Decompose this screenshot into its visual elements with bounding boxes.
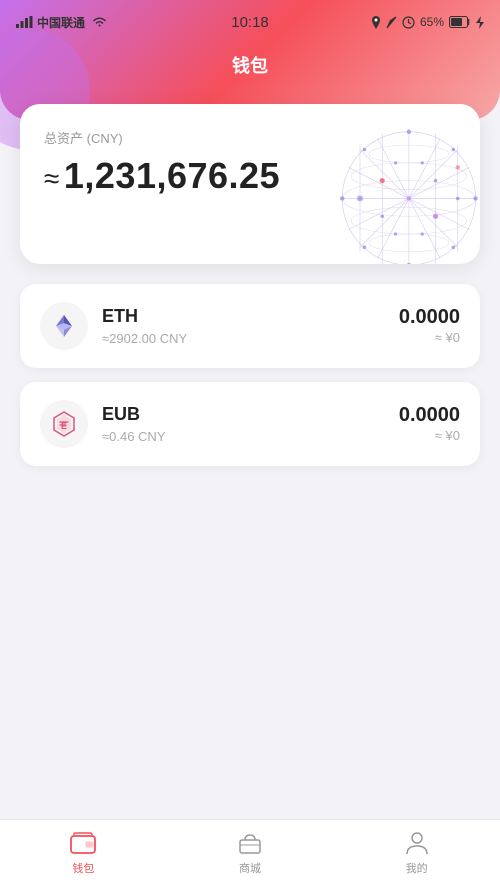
status-carrier: 中国联通 [16, 14, 107, 31]
coin-item-eth[interactable]: ETH ≈2902.00 CNY 0.0000 ≈ ¥0 [20, 284, 480, 368]
tab-mine[interactable]: 我的 [333, 830, 500, 876]
eub-price: ≈0.46 CNY [102, 429, 399, 444]
eub-info: EUB ≈0.46 CNY [102, 404, 399, 444]
coin-item-eub[interactable]: E EUB ≈0.46 CNY 0.0000 ≈ ¥0 [20, 382, 480, 466]
eth-cny: ≈ ¥0 [435, 330, 460, 345]
eth-info: ETH ≈2902.00 CNY [102, 306, 399, 346]
tab-mall[interactable]: 商城 [167, 830, 334, 876]
person-icon [404, 830, 430, 856]
nav-title: 钱包 [0, 44, 500, 88]
coin-list: ETH ≈2902.00 CNY 0.0000 ≈ ¥0 E EUB [20, 284, 480, 466]
status-bar: 中国联通 10:18 65% [0, 0, 500, 44]
approx-symbol: ≈ [44, 163, 60, 194]
eub-balance: 0.0000 ≈ ¥0 [399, 404, 460, 445]
wallet-icon [70, 830, 96, 856]
status-right: 65% [371, 15, 484, 29]
asset-card: 总资产 (CNY) ≈1,231,676.25 [20, 104, 480, 264]
tab-mine-label: 我的 [406, 860, 428, 876]
eth-name: ETH [102, 306, 399, 327]
eub-cny: ≈ ¥0 [435, 428, 460, 443]
main-content: 总资产 (CNY) ≈1,231,676.25 [0, 88, 500, 819]
coin-icon-eub: E [40, 400, 88, 448]
eth-amount: 0.0000 [399, 306, 460, 329]
tab-bar: 钱包 商城 我的 [0, 819, 500, 889]
geodome-decoration [310, 114, 480, 264]
coin-icon-eth [40, 302, 88, 350]
tab-mall-label: 商城 [239, 860, 261, 876]
eth-balance: 0.0000 ≈ ¥0 [399, 306, 460, 347]
mall-icon [237, 830, 263, 856]
tab-wallet-label: 钱包 [72, 860, 94, 876]
eub-amount: 0.0000 [399, 404, 460, 427]
tab-wallet[interactable]: 钱包 [0, 830, 167, 876]
eub-name: EUB [102, 404, 399, 425]
eth-price: ≈2902.00 CNY [102, 331, 399, 346]
status-time: 10:18 [231, 14, 269, 31]
